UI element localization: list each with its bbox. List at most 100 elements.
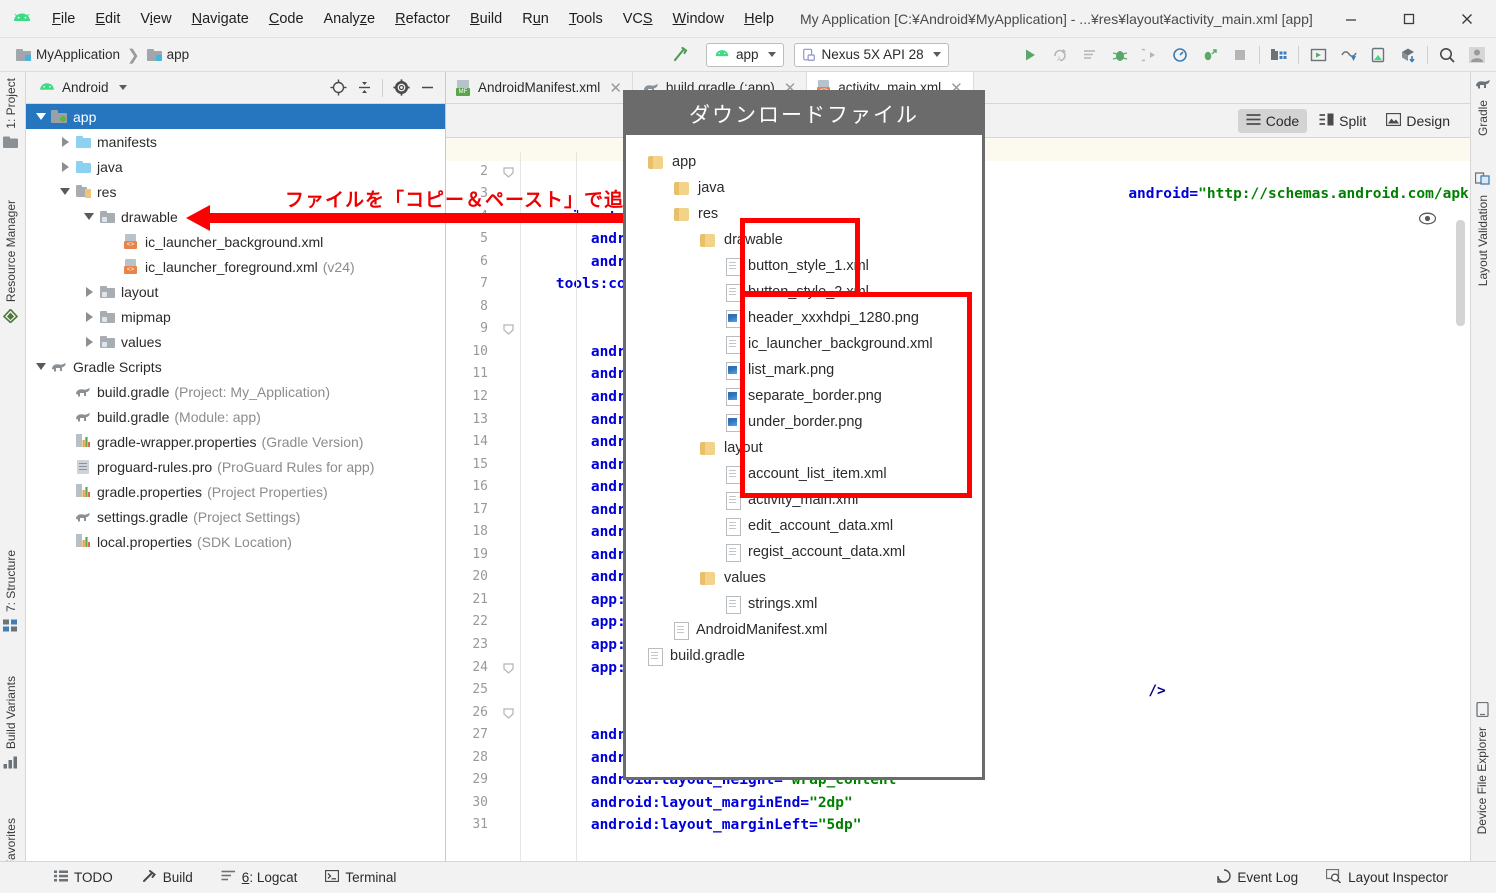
- tree-row[interactable]: java: [26, 154, 445, 179]
- breadcrumb-myapplication[interactable]: MyApplication: [14, 47, 122, 62]
- editor-scrollbar-thumb[interactable]: [1456, 220, 1465, 326]
- mode-design-button[interactable]: Design: [1378, 109, 1458, 133]
- make-project-icon[interactable]: [666, 40, 696, 70]
- collapse-all-icon[interactable]: [352, 76, 376, 100]
- menu-view[interactable]: View: [130, 8, 181, 30]
- menu-window[interactable]: Window: [663, 8, 735, 30]
- tree-row[interactable]: mipmap: [26, 304, 445, 329]
- tree-item-icon: [74, 433, 92, 450]
- tree-row[interactable]: gradle-wrapper.properties (Gradle Version…: [26, 429, 445, 454]
- tree-row[interactable]: proguard-rules.pro (ProGuard Rules for ap…: [26, 454, 445, 479]
- device-selector[interactable]: Nexus 5X API 28: [793, 42, 949, 67]
- inspections-eye-icon[interactable]: [1418, 212, 1437, 228]
- tree-row[interactable]: layout: [26, 279, 445, 304]
- tree-row[interactable]: settings.gradle (Project Settings): [26, 504, 445, 529]
- tab-androidmanifest-xml[interactable]: MF AndroidManifest.xml ✕: [446, 72, 633, 103]
- profiler-icon[interactable]: [1165, 40, 1195, 70]
- code-fold-icon[interactable]: [503, 166, 514, 178]
- rail-item-layout-validation[interactable]: Layout Validation: [1474, 172, 1490, 286]
- twisty[interactable]: [80, 311, 98, 322]
- chevron-down-icon[interactable]: [118, 85, 127, 90]
- status-event-log[interactable]: Event Log: [1203, 869, 1312, 886]
- tree-item-label: local.properties: [97, 533, 192, 550]
- tree-row[interactable]: values: [26, 329, 445, 354]
- project-view-selector-label[interactable]: Android: [62, 80, 109, 95]
- mode-code-button[interactable]: Code: [1237, 108, 1308, 133]
- hide-pane-icon[interactable]: [415, 76, 439, 100]
- menu-file[interactable]: File: [42, 8, 85, 30]
- account-icon[interactable]: [1462, 40, 1492, 70]
- status-terminal[interactable]: Terminal: [311, 869, 410, 885]
- project-tree[interactable]: app manifests java res drawable <> ic_launcher…: [26, 104, 445, 554]
- tree-row[interactable]: app: [26, 104, 445, 129]
- twisty[interactable]: [56, 188, 74, 195]
- rail-item-device-file-explorer[interactable]: Device File Explorer: [1475, 701, 1489, 834]
- code-fold-icon[interactable]: [503, 323, 514, 336]
- debug-icon[interactable]: [1105, 40, 1135, 70]
- overlay-tree-label: regist_account_data.xml: [748, 544, 906, 560]
- apply-code-changes-icon[interactable]: [1075, 40, 1105, 70]
- tree-row[interactable]: build.gradle (Project: My_Application): [26, 379, 445, 404]
- twisty[interactable]: [32, 363, 50, 370]
- twisty[interactable]: [56, 136, 74, 147]
- avd-manager-icon[interactable]: [1303, 40, 1333, 70]
- menu-code[interactable]: Code: [259, 8, 314, 30]
- close-button[interactable]: [1438, 0, 1496, 38]
- tree-row[interactable]: build.gradle (Module: app): [26, 404, 445, 429]
- status-layout-inspector[interactable]: Layout Inspector: [1312, 868, 1496, 886]
- status-todo[interactable]: TODO: [40, 870, 127, 885]
- run-configuration-selector[interactable]: app: [706, 42, 784, 67]
- tree-row[interactable]: manifests: [26, 129, 445, 154]
- code-fold-icon[interactable]: [503, 707, 514, 719]
- close-icon[interactable]: ✕: [609, 79, 622, 97]
- maximize-button[interactable]: [1380, 0, 1438, 38]
- build-variants-toolbar-icon[interactable]: [1393, 40, 1423, 70]
- stop-icon[interactable]: [1225, 40, 1255, 70]
- menu-navigate[interactable]: Navigate: [182, 8, 259, 30]
- menu-bar[interactable]: File Edit View Navigate Code Analyze Ref…: [42, 8, 784, 30]
- run-icon[interactable]: [1015, 40, 1045, 70]
- locate-icon[interactable]: [326, 76, 350, 100]
- device-file-explorer-toolbar-icon[interactable]: [1363, 40, 1393, 70]
- attach-debugger-icon[interactable]: [1135, 40, 1165, 70]
- rail-item-structure[interactable]: 7: Structure: [3, 550, 18, 635]
- run-coverage-icon[interactable]: [1195, 40, 1225, 70]
- status-logcat[interactable]: 6: Logcat: [207, 870, 312, 885]
- rail-item-build-variants[interactable]: Build Variants: [3, 676, 18, 772]
- search-icon[interactable]: [1432, 40, 1462, 70]
- menu-run[interactable]: Run: [512, 8, 559, 30]
- tree-row[interactable]: <> ic_launcher_foreground.xml (v24): [26, 254, 445, 279]
- settings-gear-icon[interactable]: [389, 76, 413, 100]
- window-controls[interactable]: [1322, 0, 1496, 38]
- twisty[interactable]: [80, 213, 98, 220]
- apply-changes-icon[interactable]: A: [1045, 40, 1075, 70]
- rail-item-resource-manager[interactable]: Resource Manager: [2, 200, 19, 326]
- menu-analyze[interactable]: Analyze: [314, 8, 386, 30]
- twisty[interactable]: [56, 161, 74, 172]
- mode-split-button[interactable]: Split: [1311, 109, 1374, 133]
- sdk-manager-icon[interactable]: [1264, 40, 1294, 70]
- folder-yellow-icon: [674, 207, 690, 221]
- rail-item-gradle[interactable]: Gradle: [1475, 78, 1491, 136]
- tree-row[interactable]: local.properties (SDK Location): [26, 529, 445, 554]
- code-fold-icon[interactable]: [503, 662, 514, 674]
- menu-tools[interactable]: Tools: [559, 8, 613, 30]
- menu-vcs[interactable]: VCS: [613, 8, 663, 30]
- menu-edit[interactable]: Edit: [85, 8, 130, 30]
- twisty[interactable]: [80, 336, 98, 347]
- rail-item-project[interactable]: 1: Project: [3, 78, 18, 152]
- minimize-button[interactable]: [1322, 0, 1380, 38]
- layout-inspector-toolbar-icon[interactable]: [1333, 40, 1363, 70]
- tree-row[interactable]: Gradle Scripts: [26, 354, 445, 379]
- twisty[interactable]: [80, 286, 98, 297]
- menu-help[interactable]: Help: [734, 8, 784, 30]
- twisty[interactable]: [32, 113, 50, 120]
- menu-build[interactable]: Build: [460, 8, 512, 30]
- menu-refactor[interactable]: Refactor: [385, 8, 460, 30]
- overlay-tree-row: under_border.png: [626, 409, 982, 435]
- breadcrumb-app[interactable]: app: [145, 47, 192, 62]
- tree-row[interactable]: gradle.properties (Project Properties): [26, 479, 445, 504]
- overlay-tree-row: layout: [626, 435, 982, 461]
- status-build[interactable]: Build: [127, 869, 207, 886]
- window-title: My Application [C:¥Android¥MyApplication…: [799, 10, 1313, 27]
